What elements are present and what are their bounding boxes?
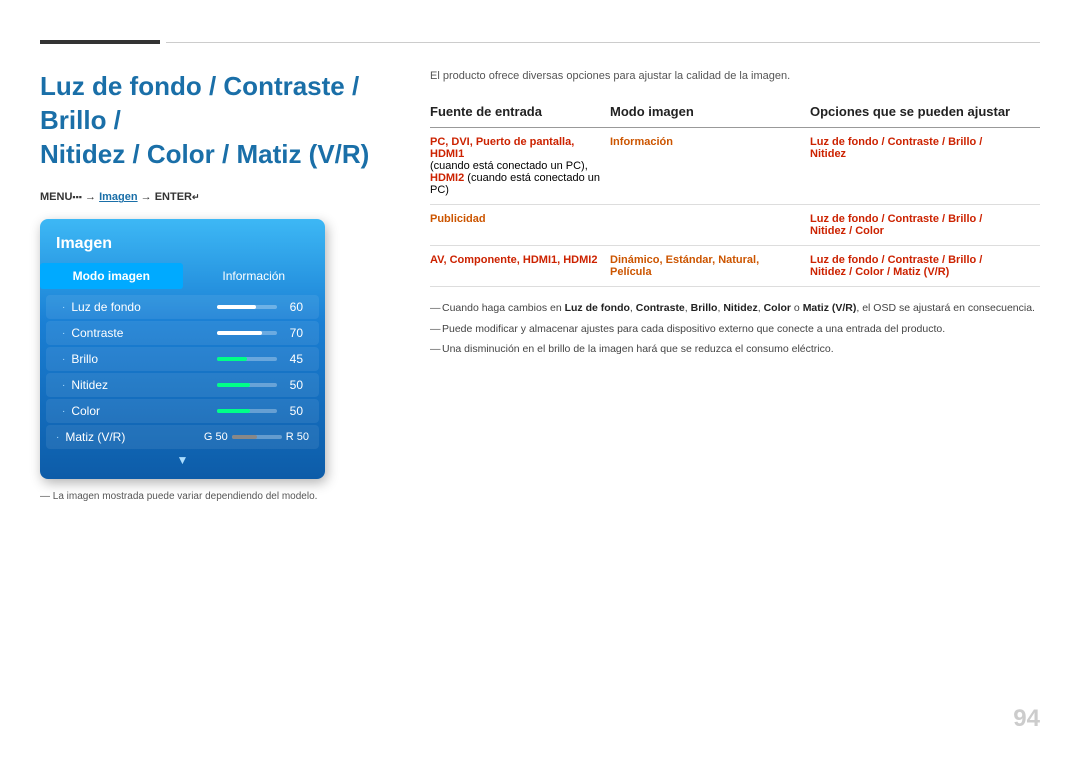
item-value-luz-fondo: 60 <box>283 300 303 314</box>
item-label-brillo: Brillo <box>71 352 217 366</box>
product-intro: El producto ofrece diversas opciones par… <box>430 70 1040 82</box>
cell-options-1: Luz de fondo / Contraste / Brillo / Niti… <box>810 128 1040 205</box>
cell-source-3: AV, Componente, HDMI1, HDMI2 <box>430 246 610 287</box>
slider-color[interactable] <box>217 409 277 413</box>
options-rest-2: Nitidez / Color <box>810 225 884 237</box>
info-table: Fuente de entrada Modo imagen Opciones q… <box>430 98 1040 287</box>
notes-section: Cuando haga cambios en Luz de fondo, Con… <box>430 301 1040 357</box>
source-hdmi2: HDMI2 <box>430 172 464 184</box>
source-colored-1: PC, DVI, Puerto de pantalla, HDMI1 <box>430 136 574 160</box>
slider-luz-fondo[interactable] <box>217 305 277 309</box>
note-item-2: Puede modificar y almacenar ajustes para… <box>430 322 1040 337</box>
menu-instruction: MENU▪▪▪ → Imagen → ENTER↵ <box>40 191 410 203</box>
mode-colored-1: Información <box>610 136 673 148</box>
dot-icon: · <box>62 302 65 313</box>
menu-item-matiz[interactable]: · Matiz (V/R) G 50 R 50 <box>46 425 319 449</box>
item-label-color: Color <box>71 404 217 418</box>
source-colored-2: Publicidad <box>430 213 486 225</box>
cell-mode-1: Información <box>610 128 810 205</box>
tv-panel-title: Imagen <box>40 231 325 263</box>
menu-item-contraste[interactable]: · Contraste 70 <box>46 321 319 345</box>
options-colored-2: Luz de fondo / Contraste / Brillo / <box>810 213 982 225</box>
dot-icon: · <box>56 432 59 443</box>
options-colored-1: Luz de fondo / Contraste / Brillo / <box>810 136 982 148</box>
cell-source-1: PC, DVI, Puerto de pantalla, HDMI1 (cuan… <box>430 128 610 205</box>
cell-options-3: Luz de fondo / Contraste / Brillo / Niti… <box>810 246 1040 287</box>
menu-item-luz-fondo[interactable]: · Luz de fondo 60 <box>46 295 319 319</box>
right-column: El producto ofrece diversas opciones par… <box>430 70 1040 363</box>
matiz-g-value: G 50 <box>204 431 228 443</box>
cell-mode-3: Dinámico, Estándar, Natural, Película <box>610 246 810 287</box>
tab-informacion[interactable]: Información <box>183 263 326 289</box>
item-value-color: 50 <box>283 404 303 418</box>
item-value-nitidez: 50 <box>283 378 303 392</box>
note-item-1: Cuando haga cambios en Luz de fondo, Con… <box>430 301 1040 316</box>
col-header-options: Opciones que se pueden ajustar <box>810 98 1040 128</box>
note-item-3: Una disminución en el brillo de la image… <box>430 342 1040 357</box>
menu-item-nitidez[interactable]: · Nitidez 50 <box>46 373 319 397</box>
col-header-source: Fuente de entrada <box>430 98 610 128</box>
options-colored-3: Luz de fondo / Contraste / Brillo / <box>810 254 982 266</box>
options-nitidez-1: Nitidez <box>810 148 846 160</box>
options-rest-3: Nitidez / Color / Matiz (V/R) <box>810 266 949 278</box>
col-header-mode: Modo imagen <box>610 98 810 128</box>
page-number: 94 <box>1013 705 1040 733</box>
top-decoration <box>40 40 1040 44</box>
item-label-luz-fondo: Luz de fondo <box>71 300 217 314</box>
tv-panel: Imagen Modo imagen Información · Luz de … <box>40 219 325 479</box>
left-column: Luz de fondo / Contraste / Brillo / Niti… <box>40 70 410 502</box>
item-value-contraste: 70 <box>283 326 303 340</box>
dot-icon: · <box>62 328 65 339</box>
menu-item-color[interactable]: · Color 50 <box>46 399 319 423</box>
item-label-contraste: Contraste <box>71 326 217 340</box>
slider-brillo[interactable] <box>217 357 277 361</box>
dot-icon: · <box>62 406 65 417</box>
slider-nitidez[interactable] <box>217 383 277 387</box>
slider-contraste[interactable] <box>217 331 277 335</box>
tab-modo-imagen[interactable]: Modo imagen <box>40 263 183 289</box>
table-row: Publicidad Luz de fondo / Contraste / Br… <box>430 205 1040 246</box>
cell-source-2: Publicidad <box>430 205 610 246</box>
menu-item-brillo[interactable]: · Brillo 45 <box>46 347 319 371</box>
top-line-light <box>166 42 1040 43</box>
item-label-matiz: Matiz (V/R) <box>65 430 125 444</box>
source-colored-3: AV, Componente, HDMI1, HDMI2 <box>430 254 597 266</box>
image-note: — La imagen mostrada puede variar depend… <box>40 491 410 502</box>
item-label-nitidez: Nitidez <box>71 378 217 392</box>
matiz-r-value: R 50 <box>286 431 309 443</box>
cell-mode-2 <box>610 205 810 246</box>
page-title: Luz de fondo / Contraste / Brillo / Niti… <box>40 70 410 171</box>
table-row: AV, Componente, HDMI1, HDMI2 Dinámico, E… <box>430 246 1040 287</box>
top-line-dark <box>40 40 160 44</box>
cell-options-2: Luz de fondo / Contraste / Brillo / Niti… <box>810 205 1040 246</box>
source-plain-1: (cuando está conectado un PC), <box>430 160 588 172</box>
mode-colored-3: Dinámico, Estándar, Natural, Película <box>610 254 759 278</box>
panel-scroll-arrow[interactable]: ▼ <box>40 453 325 471</box>
dot-icon: · <box>62 354 65 365</box>
table-row: PC, DVI, Puerto de pantalla, HDMI1 (cuan… <box>430 128 1040 205</box>
item-value-brillo: 45 <box>283 352 303 366</box>
tv-panel-tabs: Modo imagen Información <box>40 263 325 289</box>
slider-matiz[interactable] <box>232 435 282 439</box>
dot-icon: · <box>62 380 65 391</box>
